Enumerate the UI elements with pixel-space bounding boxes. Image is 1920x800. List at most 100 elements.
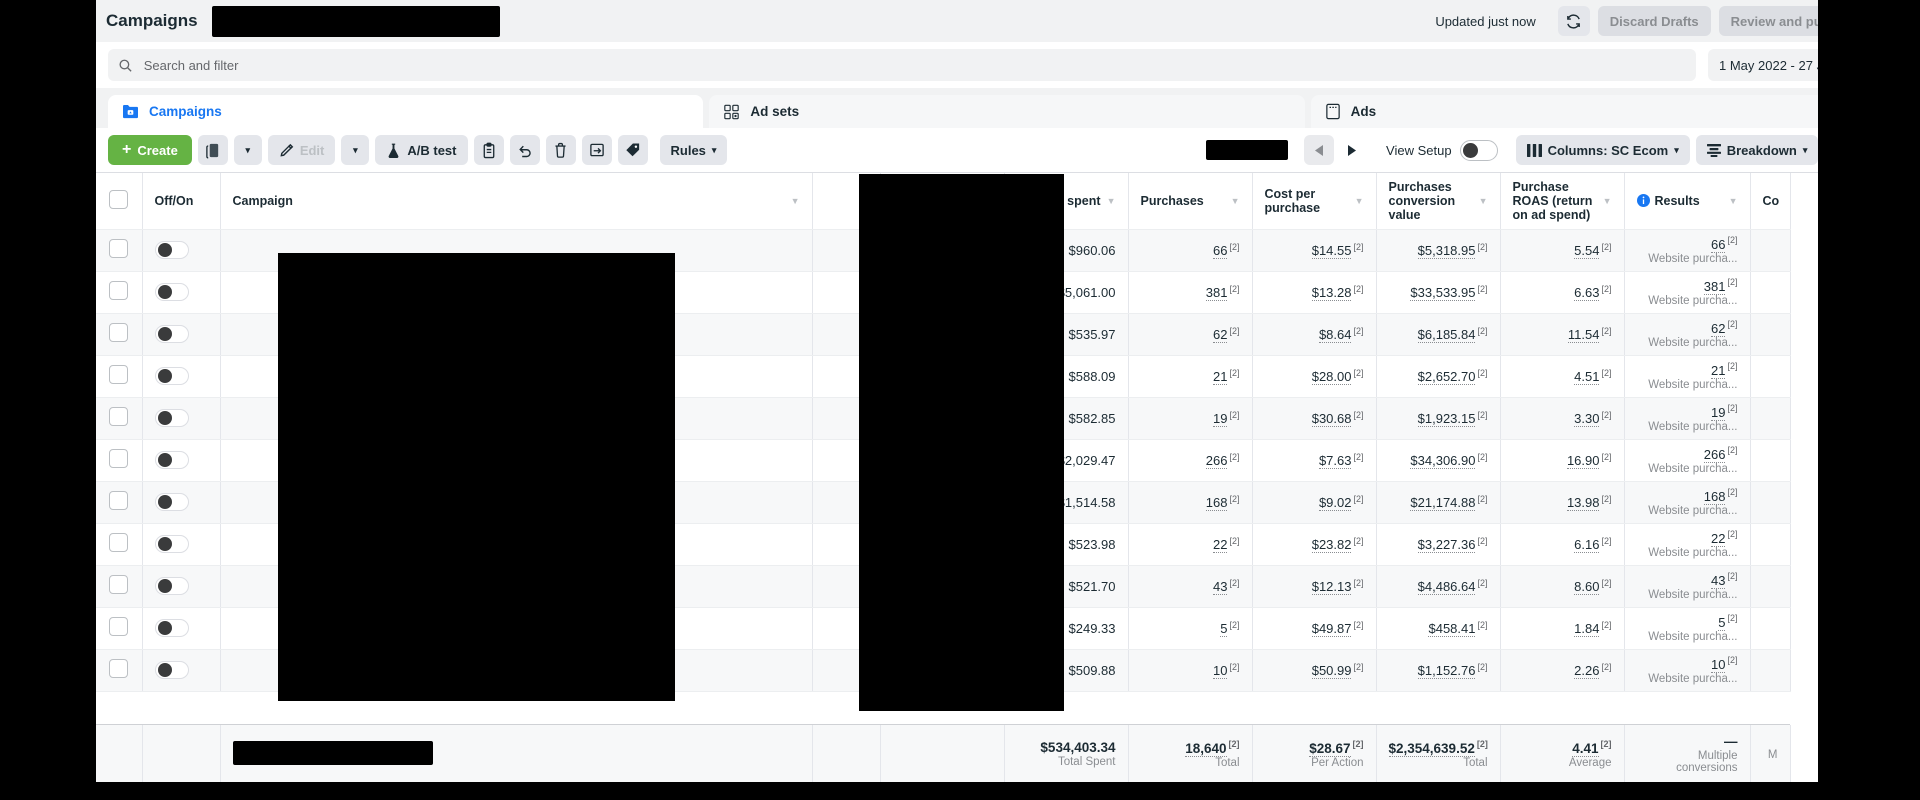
row-checkbox[interactable] — [109, 449, 129, 468]
cell-results: 168 [2] Website purcha... — [1624, 481, 1751, 524]
totals-row: $534,403.34 Total Spent 18,640 [2] Total … — [96, 724, 1791, 783]
totals-checkbox-cell — [96, 725, 143, 783]
tab-ads[interactable]: Ads — [1310, 95, 1906, 128]
row-checkbox-cell[interactable] — [96, 523, 143, 566]
col-cost[interactable]: Co — [1750, 173, 1791, 230]
page-letterbox-bottom — [0, 782, 1920, 800]
cell-purchases: 66 [2] — [1128, 229, 1253, 272]
cell-cost — [1750, 607, 1791, 650]
row-offon-cell[interactable] — [142, 481, 221, 524]
search-input[interactable] — [141, 56, 1687, 74]
row-checkbox-cell[interactable] — [96, 355, 143, 398]
row-checkbox[interactable] — [109, 365, 129, 384]
cell-conversion-value: $34,306.90 [2] — [1376, 439, 1501, 482]
ab-test-button[interactable]: A/B test — [375, 135, 468, 165]
row-offon-cell[interactable] — [142, 229, 221, 272]
row-toggle[interactable] — [154, 661, 189, 679]
row-checkbox[interactable] — [109, 323, 129, 342]
col-results[interactable]: Results ▼ — [1624, 173, 1751, 230]
row-offon-cell[interactable] — [142, 313, 221, 356]
col-purchases-conversion-value[interactable]: Purchases conversion value ▼ — [1376, 173, 1501, 230]
row-checkbox[interactable] — [109, 407, 129, 426]
row-toggle[interactable] — [154, 241, 189, 259]
cell-results: 5 [2] Website purcha... — [1624, 607, 1751, 650]
create-button[interactable]: + Create — [108, 135, 192, 165]
view-setup-switch[interactable] — [1459, 139, 1498, 161]
col-purchase-roas[interactable]: Purchase ROAS (return on ad spend) ▼ — [1500, 173, 1625, 230]
row-toggle[interactable] — [154, 409, 189, 427]
col-cost-per-purchase[interactable]: Cost per purchase ▼ — [1252, 173, 1377, 230]
row-checkbox[interactable] — [109, 533, 129, 552]
row-checkbox-cell[interactable] — [96, 313, 143, 356]
row-checkbox[interactable] — [109, 659, 129, 678]
cell-results-sub: Website purcha... — [1648, 378, 1738, 391]
cell-purchase-roas: 5.54 [2] — [1500, 229, 1625, 272]
cell-results-sub: Website purcha... — [1648, 672, 1738, 685]
edit-button[interactable]: Edit — [267, 135, 336, 165]
row-checkbox[interactable] — [109, 281, 129, 300]
cell-purchases: 266 [2] — [1128, 439, 1253, 482]
tab-ad-sets[interactable]: Ad sets — [709, 95, 1305, 128]
row-toggle[interactable] — [154, 619, 189, 637]
delete-button[interactable] — [545, 135, 576, 165]
row-checkbox[interactable] — [109, 575, 129, 594]
row-offon-cell[interactable] — [142, 355, 221, 398]
row-checkbox-cell[interactable] — [96, 649, 143, 692]
cell-cost — [1750, 397, 1791, 440]
row-toggle[interactable] — [154, 577, 189, 595]
row-offon-cell[interactable] — [142, 565, 221, 608]
select-all-header[interactable] — [96, 173, 143, 230]
row-checkbox-cell[interactable] — [96, 229, 143, 272]
cell-purchase-roas: 16.90 [2] — [1500, 439, 1625, 482]
cell-cost-per-purchase: $49.87 [2] — [1252, 607, 1377, 650]
chevron-right-icon[interactable] — [1336, 135, 1366, 165]
row-checkbox-cell[interactable] — [96, 271, 143, 314]
row-checkbox[interactable] — [109, 239, 129, 258]
row-checkbox-cell[interactable] — [96, 565, 143, 608]
rules-button[interactable]: Rules ▾ — [659, 135, 728, 165]
row-toggle[interactable] — [154, 493, 189, 511]
row-offon-cell[interactable] — [142, 649, 221, 692]
search-input-wrapper[interactable] — [108, 49, 1697, 81]
col-purchases[interactable]: Purchases ▼ — [1128, 173, 1253, 230]
row-checkbox[interactable] — [109, 491, 129, 510]
columns-button[interactable]: Columns: SC Ecom ▾ — [1515, 135, 1690, 165]
edit-caret-button[interactable]: ▾ — [341, 135, 370, 165]
chevron-left-icon[interactable] — [1304, 135, 1335, 165]
refresh-icon[interactable] — [1557, 6, 1590, 36]
breakdown-button[interactable]: Breakdown ▾ — [1695, 135, 1819, 165]
cell-cost-per-purchase: $8.64 [2] — [1252, 313, 1377, 356]
export-button[interactable] — [581, 135, 612, 165]
row-toggle[interactable] — [154, 451, 189, 469]
row-toggle[interactable] — [154, 283, 189, 301]
row-offon-cell[interactable] — [142, 439, 221, 482]
row-offon-cell[interactable] — [142, 607, 221, 650]
ab-test-label: A/B test — [407, 142, 457, 158]
undo-button[interactable] — [509, 135, 540, 165]
row-checkbox-cell[interactable] — [96, 607, 143, 650]
totals-cost: M — [1750, 725, 1791, 783]
row-toggle[interactable] — [154, 367, 189, 385]
row-checkbox-cell[interactable] — [96, 439, 143, 482]
view-setup-toggle[interactable]: View Setup — [1386, 139, 1498, 161]
cell-conversion-value: $33,533.95 [2] — [1376, 271, 1501, 314]
duplicate-caret-button[interactable]: ▾ — [233, 135, 262, 165]
chevron-down-icon: ▾ — [1802, 144, 1808, 155]
totals-label-redacted — [232, 740, 433, 765]
clipboard-button[interactable] — [473, 135, 504, 165]
tab-campaigns[interactable]: Campaigns — [108, 95, 704, 128]
select-all-checkbox[interactable] — [109, 189, 129, 209]
row-checkbox-cell[interactable] — [96, 481, 143, 524]
tag-button[interactable] — [617, 135, 648, 165]
discard-drafts-button[interactable]: Discard Drafts — [1597, 6, 1711, 36]
row-toggle[interactable] — [154, 325, 189, 343]
row-offon-cell[interactable] — [142, 271, 221, 314]
row-checkbox-cell[interactable] — [96, 397, 143, 440]
cell-purchases: 21 [2] — [1128, 355, 1253, 398]
cell-results: 66 [2] Website purcha... — [1624, 229, 1751, 272]
duplicate-button[interactable] — [197, 135, 228, 165]
row-toggle[interactable] — [154, 535, 189, 553]
row-checkbox[interactable] — [109, 617, 129, 636]
row-offon-cell[interactable] — [142, 397, 221, 440]
row-offon-cell[interactable] — [142, 523, 221, 566]
